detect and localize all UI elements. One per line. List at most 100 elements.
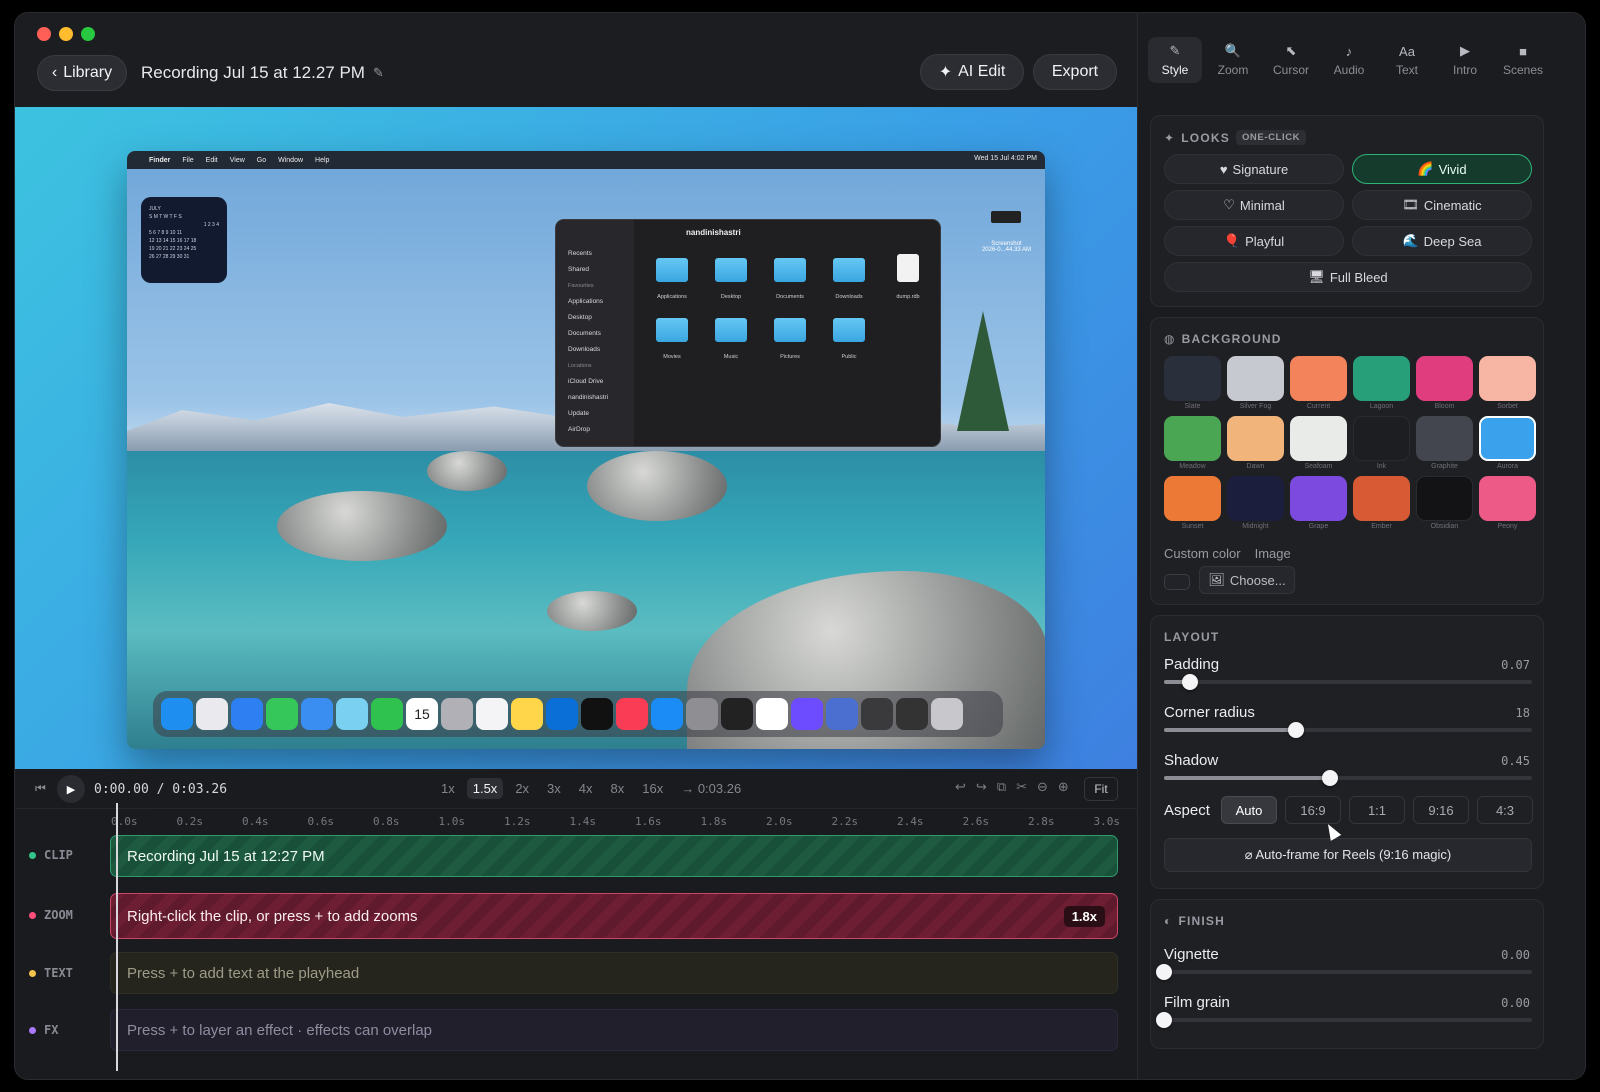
pencil-icon[interactable]: ✎: [373, 65, 384, 81]
choose-image-button[interactable]: 🖼 Choose...: [1199, 566, 1295, 594]
menubar-item: Help: [315, 156, 330, 164]
speed-option[interactable]: → 0:03.26: [675, 778, 747, 799]
swatch-seafoam[interactable]: [1290, 416, 1347, 461]
swatch-silver-fog[interactable]: [1227, 356, 1284, 401]
look-full-bleed-button[interactable]: 🖥 Full Bleed: [1164, 262, 1532, 292]
swatch-current[interactable]: [1290, 356, 1347, 401]
scissors-icon[interactable]: ✂: [1016, 779, 1027, 795]
tab-audio[interactable]: ♪ Audio: [1322, 37, 1376, 83]
speed-option[interactable]: 2x: [509, 778, 535, 799]
ai-edit-button[interactable]: ✦ AI Edit: [920, 54, 1024, 90]
tab-label: Intro: [1452, 63, 1477, 77]
swatch-dawn[interactable]: [1227, 416, 1284, 461]
timeline-ruler[interactable]: 0.0s 0.2s 0.4s 0.6s 0.8s 1.0s 1.2s 1.4s 1.6s 1.8s…: [111, 809, 1121, 835]
swatch-grape[interactable]: [1290, 476, 1347, 521]
padding-label: Padding: [1164, 656, 1220, 673]
export-button[interactable]: Export: [1033, 54, 1117, 90]
redo-icon[interactable]: ↪: [976, 779, 987, 795]
preview-canvas[interactable]: Finder File Edit View Go Window Help Wed…: [15, 107, 1161, 769]
tab-text[interactable]: Aa Text: [1380, 37, 1434, 83]
swatch-obsidian[interactable]: [1416, 476, 1473, 521]
zoom-out-icon[interactable]: ⊖: [1037, 779, 1048, 795]
swatch-bloom[interactable]: [1416, 356, 1473, 401]
tab-scenes[interactable]: ■ Scenes: [1496, 37, 1550, 83]
corner-radius-slider[interactable]: [1164, 722, 1532, 738]
aspect-4-3-button[interactable]: 4:3: [1477, 796, 1533, 824]
speed-option[interactable]: 4x: [573, 778, 599, 799]
custom-color-label: Custom color: [1164, 546, 1241, 561]
look-glyph-icon: 🖥: [1308, 269, 1325, 284]
track-label-clip: CLIP: [29, 848, 73, 862]
zoom-track-hint: Right-click the clip, or press + to add …: [127, 907, 418, 925]
tab-intro[interactable]: ▶ Intro: [1438, 37, 1492, 83]
speed-option[interactable]: 1.5x: [466, 778, 504, 799]
speed-option[interactable]: 8x: [605, 778, 631, 799]
duplicate-icon[interactable]: ⧉: [997, 779, 1006, 795]
swatch-peony[interactable]: [1479, 476, 1536, 521]
recording-title[interactable]: Recording Jul 15 at 12.27 PM ✎: [141, 63, 384, 83]
zoom-window-button[interactable]: [81, 27, 95, 41]
swatch-midnight[interactable]: [1227, 476, 1284, 521]
play-button[interactable]: ▶: [57, 775, 85, 803]
fx-track-hint: Press + to layer an effect · effects can…: [127, 1021, 433, 1039]
custom-color-well[interactable]: [1164, 574, 1190, 590]
swatch-sunset[interactable]: [1164, 476, 1221, 521]
slider-knob[interactable]: [1288, 722, 1305, 738]
look-signature-button[interactable]: ♥ Signature: [1164, 154, 1344, 184]
look-deep-sea-button[interactable]: 🌊 Deep Sea: [1352, 226, 1532, 256]
vignette-slider[interactable]: [1156, 964, 1532, 980]
skip-back-icon[interactable]: ⏮: [35, 781, 46, 796]
film-grain-slider[interactable]: [1156, 1012, 1532, 1028]
ruler-tick-label: 1.0s: [438, 815, 466, 828]
clip-track[interactable]: Recording Jul 15 at 12:27 PM: [110, 835, 1118, 877]
swatch-ember[interactable]: [1353, 476, 1410, 521]
swatch-aurora[interactable]: [1479, 416, 1536, 461]
library-back-button[interactable]: ‹ Library: [37, 55, 127, 91]
swatch-sorbet[interactable]: [1479, 356, 1536, 401]
ruler-tick-label: 1.4s: [569, 815, 597, 828]
swatch-ink[interactable]: [1353, 416, 1410, 461]
speed-option[interactable]: 1x: [435, 778, 461, 799]
slider-knob[interactable]: [1321, 770, 1338, 786]
aspect-Auto-button[interactable]: Auto: [1221, 796, 1277, 824]
playhead[interactable]: [116, 803, 118, 1071]
aspect-16-9-button[interactable]: 16:9: [1285, 796, 1341, 824]
look-minimal-button[interactable]: ♡ Minimal: [1164, 190, 1344, 220]
tab-zoom[interactable]: 🔍 Zoom: [1206, 37, 1260, 83]
slider-knob[interactable]: [1156, 1012, 1172, 1028]
aspect-9-16-button[interactable]: 9:16: [1413, 796, 1469, 824]
look-cinematic-button[interactable]: 🎞 Cinematic: [1352, 190, 1532, 220]
ruler-tick-label: 1.8s: [700, 815, 728, 828]
auto-frame-reels-button[interactable]: ⌀ Auto-frame for Reels (9:16 magic): [1164, 838, 1532, 872]
text-track[interactable]: Press + to add text at the playhead: [110, 952, 1118, 994]
tab-cursor[interactable]: ⬉ Cursor: [1264, 37, 1318, 83]
look-playful-button[interactable]: 🎈 Playful: [1164, 226, 1344, 256]
track-dot-clip: [29, 851, 36, 859]
palette-icon: ◍: [1164, 332, 1176, 346]
undo-icon[interactable]: ↩: [955, 779, 966, 795]
speed-option[interactable]: 16x: [636, 778, 669, 799]
padding-slider[interactable]: [1164, 674, 1532, 690]
swatch-lagoon[interactable]: [1353, 356, 1410, 401]
slider-knob[interactable]: [1181, 674, 1198, 690]
zoom-level-badge[interactable]: 1.8x: [1063, 906, 1105, 927]
vignette-label: Vignette: [1164, 946, 1219, 963]
look-glyph-icon: 🎞: [1402, 197, 1419, 212]
swatch-slate[interactable]: [1164, 356, 1221, 401]
speed-option[interactable]: 3x: [541, 778, 567, 799]
close-window-button[interactable]: [37, 27, 51, 41]
look-vivid-button[interactable]: 🌈 Vivid: [1352, 154, 1532, 184]
fit-button[interactable]: Fit: [1084, 777, 1118, 801]
magnifier-icon: 🔍: [1224, 43, 1242, 58]
swatch-meadow[interactable]: [1164, 416, 1221, 461]
look-glyph-icon: 🌈: [1417, 161, 1434, 176]
tab-style[interactable]: ✎ Style: [1148, 37, 1202, 83]
swatch-graphite[interactable]: [1416, 416, 1473, 461]
slider-knob[interactable]: [1156, 964, 1172, 980]
zoom-in-icon[interactable]: ⊕: [1058, 779, 1069, 795]
fx-track[interactable]: Press + to layer an effect · effects can…: [110, 1009, 1118, 1051]
zoom-track[interactable]: Right-click the clip, or press + to add …: [110, 893, 1118, 939]
aspect-1-1-button[interactable]: 1:1: [1349, 796, 1405, 824]
shadow-slider[interactable]: [1164, 770, 1532, 786]
minimize-window-button[interactable]: [59, 27, 73, 41]
